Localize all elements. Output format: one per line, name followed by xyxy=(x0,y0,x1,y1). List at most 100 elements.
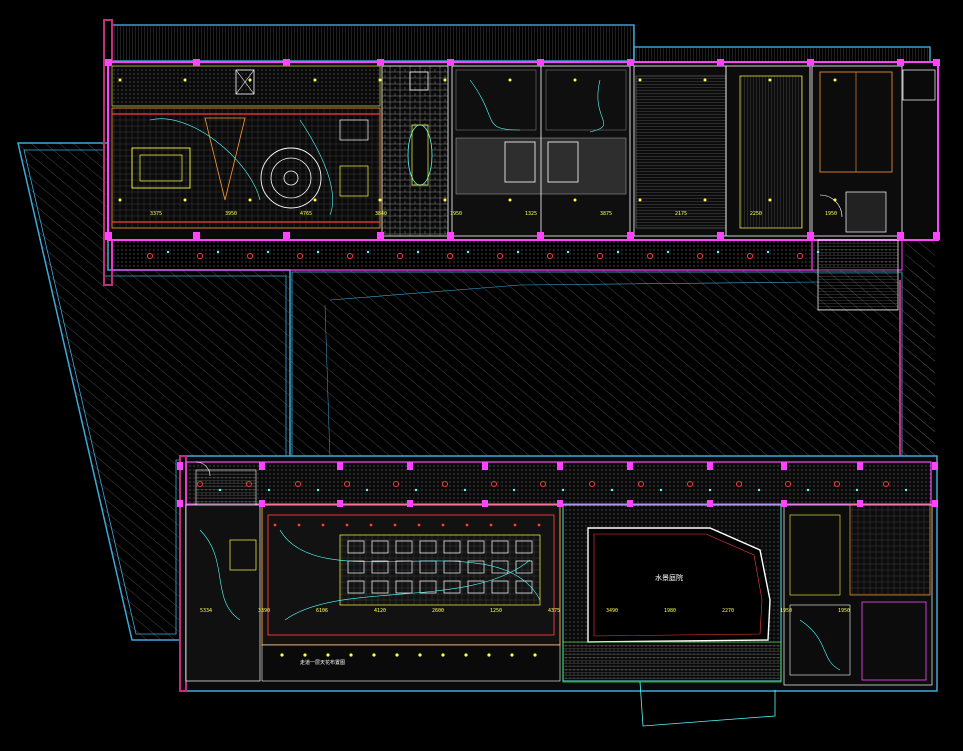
dimension-label: 4120 xyxy=(374,608,386,614)
downlight xyxy=(443,78,447,82)
downlight xyxy=(703,198,707,202)
spot-light xyxy=(757,488,761,492)
downlight xyxy=(418,653,422,657)
spot-light xyxy=(659,488,663,492)
spot-light xyxy=(766,250,770,254)
column xyxy=(407,500,413,507)
column xyxy=(537,59,544,66)
column xyxy=(627,500,633,507)
spot-light xyxy=(904,488,908,492)
spot-light xyxy=(855,488,859,492)
dimension-label: 6106 xyxy=(316,608,328,614)
downlight xyxy=(768,198,772,202)
spot-light xyxy=(806,488,810,492)
downlight xyxy=(443,198,447,202)
spot-light xyxy=(267,488,271,492)
downlight xyxy=(833,78,837,82)
dimension-label: 4765 xyxy=(300,211,312,217)
spot-light xyxy=(166,250,170,254)
column xyxy=(933,232,940,240)
dimension-label: 1950 xyxy=(450,211,462,217)
dimension-label: 3950 xyxy=(225,211,237,217)
downlight xyxy=(417,523,421,527)
downlight xyxy=(395,653,399,657)
column xyxy=(177,462,183,470)
downlight xyxy=(441,523,445,527)
downlight xyxy=(273,523,277,527)
downlight xyxy=(369,523,373,527)
spot-light xyxy=(365,488,369,492)
dimension-label: 5334 xyxy=(200,608,212,614)
spot-light xyxy=(716,250,720,254)
dimension-label: 1950 xyxy=(838,608,850,614)
spot-light xyxy=(463,488,467,492)
column xyxy=(897,59,904,66)
downlight xyxy=(537,523,541,527)
column xyxy=(482,500,488,507)
downlight xyxy=(464,653,468,657)
downlight xyxy=(489,523,493,527)
dining-hall xyxy=(261,504,561,682)
downlight xyxy=(513,523,517,527)
dimension-label: 2600 xyxy=(432,608,444,614)
spot-light xyxy=(316,488,320,492)
column xyxy=(105,59,112,66)
column xyxy=(627,59,634,66)
downlight xyxy=(372,653,376,657)
column xyxy=(377,232,384,240)
downlight xyxy=(297,523,301,527)
downlight xyxy=(280,653,284,657)
column xyxy=(537,232,544,240)
spot-light xyxy=(708,488,712,492)
downlight xyxy=(703,78,707,82)
downlight xyxy=(833,198,837,202)
lower-right-rooms xyxy=(783,504,933,686)
spot-light xyxy=(414,488,418,492)
column xyxy=(105,232,112,240)
downlight xyxy=(248,198,252,202)
downlight xyxy=(533,653,537,657)
pool-room: 水景庭院 xyxy=(562,504,782,727)
dimension-label: 2250 xyxy=(750,211,762,217)
column xyxy=(857,500,863,507)
lower-left-room xyxy=(185,504,261,682)
downlight xyxy=(768,78,772,82)
dimension-label: 1950 xyxy=(780,608,792,614)
downlight xyxy=(510,653,514,657)
downlight xyxy=(313,198,317,202)
dimension-label: 1325 xyxy=(525,211,537,217)
dimension-label: 3375 xyxy=(150,211,162,217)
spot-light xyxy=(616,250,620,254)
downlight xyxy=(118,198,122,202)
column xyxy=(781,462,787,470)
downlight xyxy=(378,78,382,82)
dimension-label: 2175 xyxy=(675,211,687,217)
downlight xyxy=(441,653,445,657)
downlight xyxy=(638,78,642,82)
dimension-label: 4375 xyxy=(548,608,560,614)
spot-light xyxy=(466,250,470,254)
column xyxy=(482,462,488,470)
downlight xyxy=(638,198,642,202)
spot-light xyxy=(266,250,270,254)
spot-light xyxy=(366,250,370,254)
downlight xyxy=(465,523,469,527)
column xyxy=(193,59,200,66)
downlight xyxy=(573,78,577,82)
spot-light xyxy=(516,250,520,254)
column xyxy=(193,232,200,240)
spot-light xyxy=(216,250,220,254)
column xyxy=(259,462,265,470)
downlight xyxy=(393,523,397,527)
downlight xyxy=(378,198,382,202)
pool-room-label: 水景庭院 xyxy=(655,573,683,582)
dimension-label: 2270 xyxy=(722,608,734,614)
lower-block: 水景庭院 走道一层天花布置图 5334 3390 6106 4120 2600 1250 4… xyxy=(177,455,938,727)
downlight xyxy=(508,198,512,202)
column xyxy=(259,500,265,507)
spot-light xyxy=(566,250,570,254)
column xyxy=(781,500,787,507)
dimension-label: 3390 xyxy=(258,608,270,614)
dimension-label: 1250 xyxy=(490,608,502,614)
downlight xyxy=(183,198,187,202)
